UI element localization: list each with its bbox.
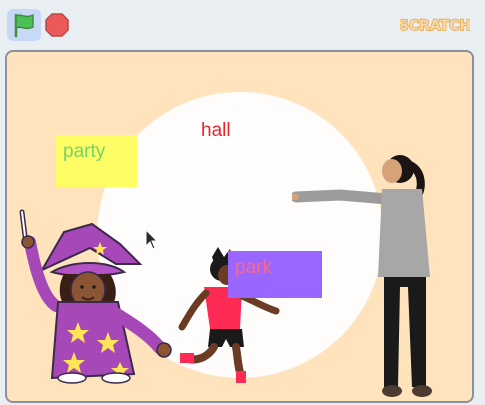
- text-box-hall: hall: [194, 114, 292, 156]
- green-flag-button[interactable]: [7, 9, 41, 41]
- scratch-logo: SCRATCH: [398, 12, 472, 36]
- mouse-cursor-icon: [145, 229, 159, 250]
- text-box-party: party: [56, 135, 137, 187]
- stop-button[interactable]: [44, 12, 70, 38]
- stage-canvas[interactable]: party hall park: [5, 50, 474, 403]
- text-box-park: park: [228, 251, 322, 298]
- green-flag-icon: [14, 13, 34, 38]
- stop-sign-icon: [45, 13, 69, 37]
- scratch-logo-text: SCRATCH: [400, 18, 470, 34]
- stage-toolbar: SCRATCH: [0, 0, 485, 48]
